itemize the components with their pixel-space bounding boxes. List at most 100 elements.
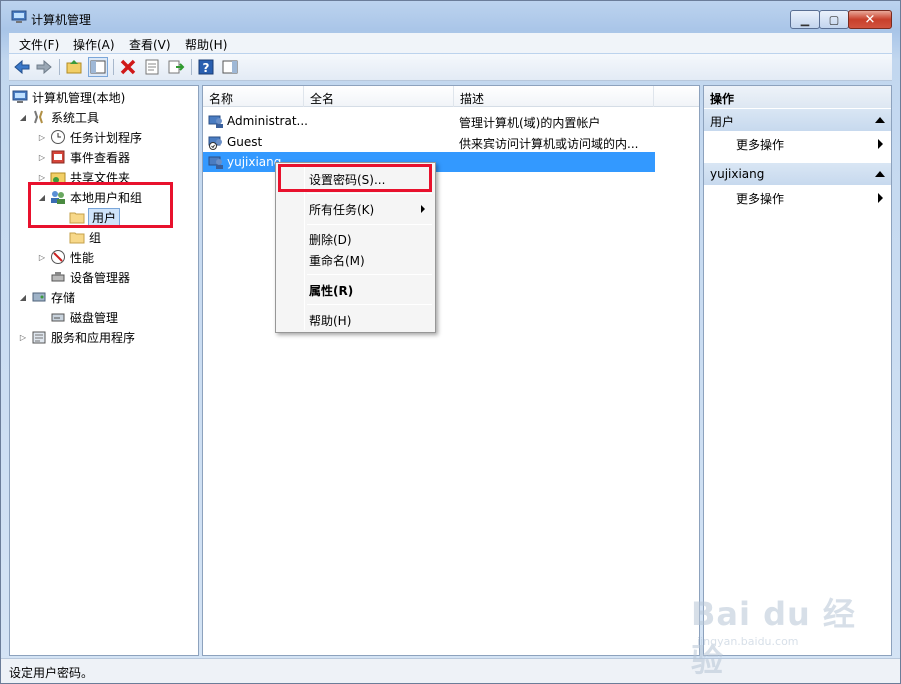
menu-item-delete[interactable]: 删除(D) <box>309 231 352 248</box>
tree-node-performance[interactable]: ▷ 性能 <box>37 248 94 266</box>
folder-icon <box>69 232 85 244</box>
user-name: Guest <box>227 135 263 149</box>
menu-item-rename[interactable]: 重命名(M) <box>309 252 365 269</box>
computer-management-window: 计算机管理 ▁ ▢ ✕ 文件(F) 操作(A) 查看(V) 帮助(H) ? 计算… <box>0 0 901 684</box>
list-header: 名称 全名 描述 <box>203 86 699 107</box>
minimize-icon: ▁ <box>800 13 810 26</box>
collapse-arrow-icon[interactable]: ◢ <box>18 293 28 302</box>
computer-management-icon <box>11 10 27 23</box>
minimize-button[interactable]: ▁ <box>790 10 820 29</box>
clock-icon <box>51 130 65 144</box>
actions-section-label: 用户 <box>710 115 735 129</box>
collapse-up-icon[interactable] <box>875 171 885 177</box>
user-description: 管理计算机(域)的内置帐户 <box>459 116 601 130</box>
back-icon[interactable] <box>13 58 31 76</box>
disk-management-icon <box>51 313 65 322</box>
user-description: 供来宾访问计算机或访问域的内... <box>459 137 639 151</box>
storage-icon <box>32 292 46 302</box>
tree-label-event-viewer: 事件查看器 <box>70 150 131 165</box>
table-row[interactable]: Administrat... 管理计算机(域)的内置帐户 <box>203 111 699 131</box>
tree-label-system-tools: 系统工具 <box>51 110 100 125</box>
actions-section-label: yujixiang <box>710 167 765 181</box>
table-row[interactable]: Guest 供来宾访问计算机或访问域的内... <box>203 132 699 152</box>
up-folder-icon[interactable] <box>65 58 83 76</box>
menu-file[interactable]: 文件(F) <box>19 36 59 53</box>
console-tree[interactable]: 计算机管理(本地) ◢ 系统工具 ▷ 任务计划程序 ▷ 事件查看器 ▷ 共享文件… <box>9 85 199 656</box>
column-header-fullname[interactable]: 全名 <box>304 86 454 107</box>
show-hide-console-tree-icon[interactable] <box>88 57 108 77</box>
baidu-watermark: Bai du 经验 jingyan.baidu.com <box>691 581 881 679</box>
expand-arrow-icon[interactable]: ▷ <box>37 133 47 142</box>
tree-label-groups: 组 <box>89 230 102 245</box>
user-disabled-icon <box>208 136 222 150</box>
expand-arrow-icon[interactable]: ▷ <box>37 173 47 182</box>
tree-label-device-manager: 设备管理器 <box>70 270 131 285</box>
more-actions-link[interactable]: 更多操作 <box>736 190 784 207</box>
computer-management-icon <box>12 90 28 103</box>
expand-arrow-icon[interactable]: ▷ <box>37 253 47 262</box>
svg-text:?: ? <box>203 61 210 75</box>
tree-node-root[interactable]: 计算机管理(本地) <box>12 88 125 106</box>
tree-label-task-scheduler: 任务计划程序 <box>70 130 143 145</box>
tree-node-storage[interactable]: ◢ 存储 <box>18 288 75 306</box>
tree-label-services-apps: 服务和应用程序 <box>51 330 136 345</box>
forward-icon[interactable] <box>35 58 53 76</box>
submenu-arrow-icon <box>878 193 883 203</box>
window-title: 计算机管理 <box>31 13 92 27</box>
menu-item-properties[interactable]: 属性(R) <box>309 282 353 299</box>
performance-icon <box>51 250 65 264</box>
show-hide-action-pane-icon[interactable] <box>221 58 239 76</box>
close-button[interactable]: ✕ <box>848 10 892 29</box>
expand-arrow-icon[interactable]: ▷ <box>37 153 47 162</box>
tree-node-system-tools[interactable]: ◢ 系统工具 <box>18 108 99 126</box>
tree-node-device-manager[interactable]: 设备管理器 <box>50 268 130 286</box>
tree-label-root: 计算机管理(本地) <box>32 90 126 105</box>
tree-label-storage: 存储 <box>51 290 76 305</box>
properties-icon[interactable] <box>143 58 161 76</box>
tree-node-disk-management[interactable]: 磁盘管理 <box>50 308 118 326</box>
submenu-arrow-icon <box>421 205 425 213</box>
tree-node-task-scheduler[interactable]: ▷ 任务计划程序 <box>37 128 142 146</box>
menu-action[interactable]: 操作(A) <box>73 36 115 53</box>
tree-label-disk-management: 磁盘管理 <box>70 310 119 325</box>
menu-item-all-tasks[interactable]: 所有任务(K) <box>309 201 374 218</box>
actions-pane: 操作 用户 更多操作 yujixiang 更多操作 <box>703 85 892 656</box>
title-bar[interactable]: 计算机管理 ▁ ▢ ✕ <box>1 1 900 33</box>
collapse-up-icon[interactable] <box>875 117 885 123</box>
toolbar: ? <box>9 54 892 81</box>
menu-item-help[interactable]: 帮助(H) <box>309 312 351 329</box>
actions-section-user[interactable]: yujixiang <box>704 163 891 185</box>
tree-node-groups[interactable]: 组 <box>69 228 101 246</box>
menu-view[interactable]: 查看(V) <box>129 36 171 53</box>
user-name: Administrat... <box>227 114 308 128</box>
actions-header: 操作 <box>704 86 891 108</box>
system-tools-icon <box>34 110 43 124</box>
delete-icon[interactable] <box>119 58 137 76</box>
column-header-description[interactable]: 描述 <box>454 86 654 107</box>
maximize-icon: ▢ <box>828 13 840 26</box>
user-icon <box>208 156 223 169</box>
tree-node-services-apps[interactable]: ▷ 服务和应用程序 <box>18 328 135 346</box>
highlight-box-local-users <box>28 182 173 228</box>
close-icon: ✕ <box>864 12 876 27</box>
user-name: yujixiang <box>227 155 282 169</box>
expand-arrow-icon[interactable]: ▷ <box>18 333 28 342</box>
submenu-arrow-icon <box>878 139 883 149</box>
collapse-arrow-icon[interactable]: ◢ <box>18 113 28 122</box>
watermark-url: jingyan.baidu.com <box>697 635 799 648</box>
tree-label-performance: 性能 <box>70 250 95 265</box>
user-icon <box>208 115 223 128</box>
maximize-button[interactable]: ▢ <box>819 10 849 29</box>
more-actions-link[interactable]: 更多操作 <box>736 136 784 153</box>
actions-section-users[interactable]: 用户 <box>704 109 891 131</box>
menu-help[interactable]: 帮助(H) <box>185 36 227 53</box>
event-viewer-icon <box>51 150 65 164</box>
export-list-icon[interactable] <box>167 58 185 76</box>
device-manager-icon <box>51 272 65 282</box>
help-icon[interactable]: ? <box>197 58 215 76</box>
highlight-box-set-password <box>278 164 432 192</box>
tree-node-event-viewer[interactable]: ▷ 事件查看器 <box>37 148 130 166</box>
services-icon <box>32 331 46 344</box>
column-header-name[interactable]: 名称 <box>203 86 304 107</box>
status-text: 设定用户密码。 <box>9 666 94 680</box>
